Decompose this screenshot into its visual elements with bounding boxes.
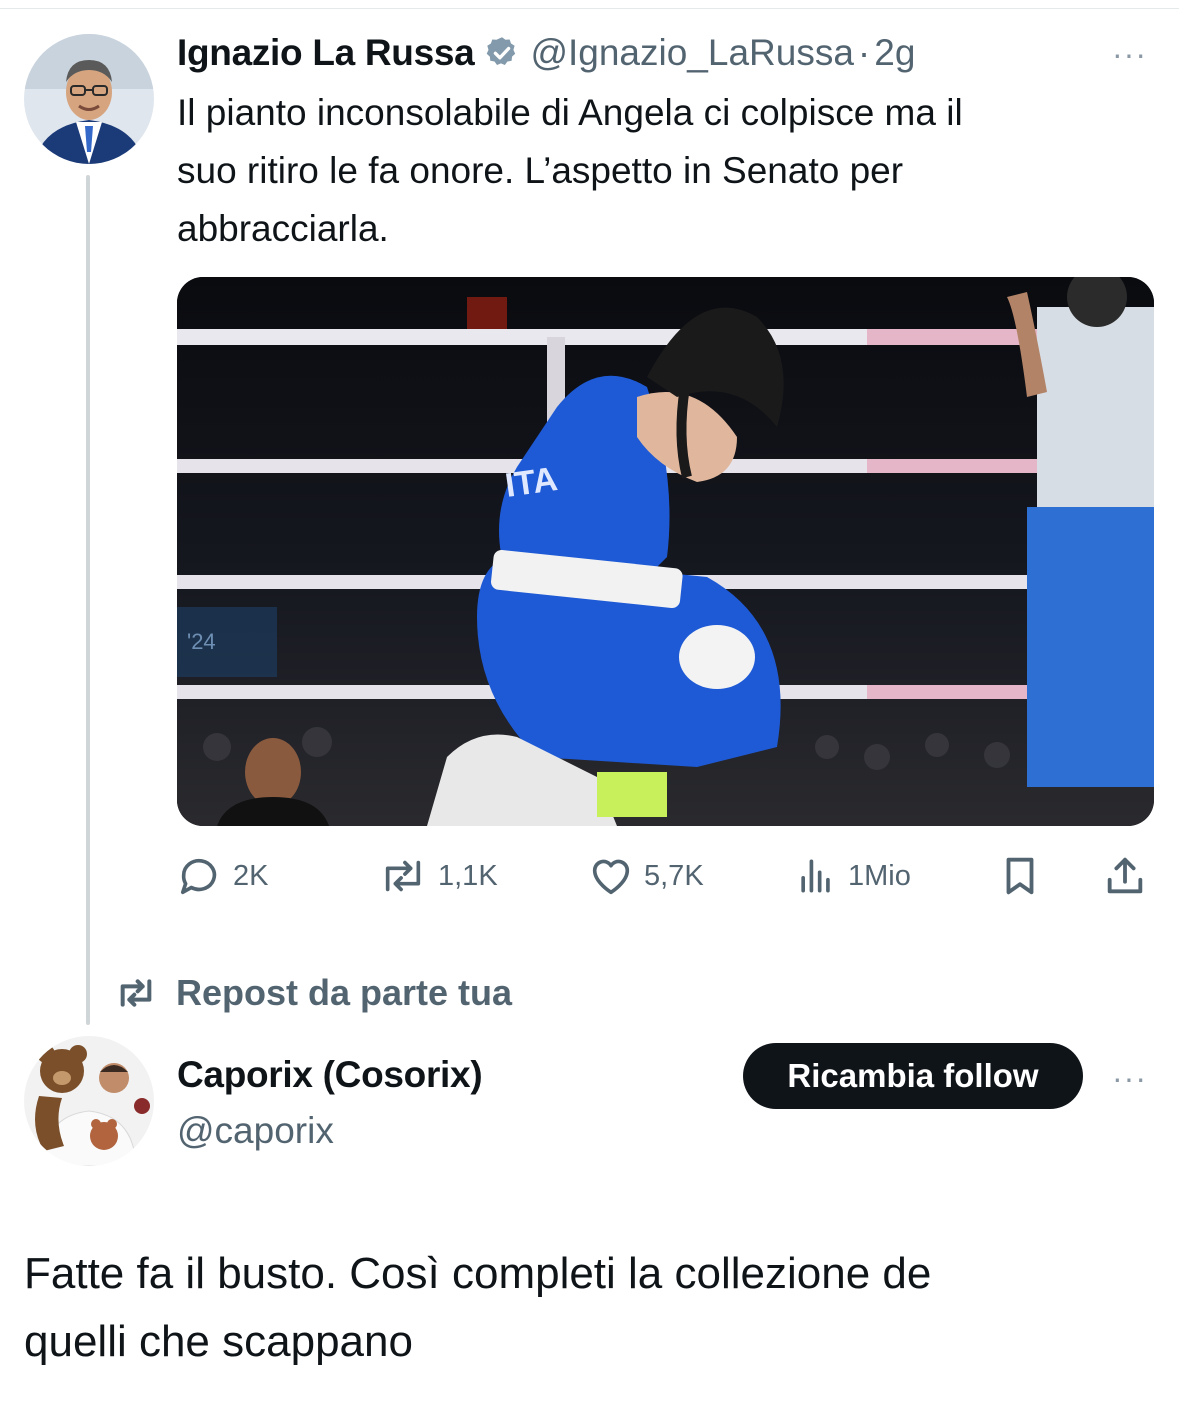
author-name[interactable]: Ignazio La Russa xyxy=(177,32,475,74)
bookmark-button[interactable] xyxy=(997,853,1043,899)
tweet-text-line: Il pianto inconsolabile di Angela ci col… xyxy=(177,92,963,133)
tweet-time[interactable]: 2g xyxy=(874,32,915,74)
repost-icon xyxy=(385,860,421,892)
more-options-icon[interactable]: ··· xyxy=(1112,38,1147,70)
repost-indicator: Repost da parte tua xyxy=(112,970,512,1016)
user-handle[interactable]: @caporix xyxy=(177,1110,334,1152)
verified-badge-icon xyxy=(484,35,520,71)
repost-indicator-icon xyxy=(120,979,152,1007)
repost-button[interactable]: 1,1K xyxy=(378,853,498,899)
repost-label: Repost da parte tua xyxy=(176,972,513,1013)
tweet-photo[interactable]: '24 ITA xyxy=(177,277,1154,826)
views-icon xyxy=(801,859,830,893)
views-button[interactable]: 1Mio xyxy=(794,853,911,899)
share-button[interactable] xyxy=(1102,853,1148,899)
views-count: 1Mio xyxy=(848,859,911,892)
reply-text-line: quelli che scappano xyxy=(24,1317,413,1366)
reply-text: Fatte fa il busto. Così completi la coll… xyxy=(24,1240,1164,1376)
heart-icon xyxy=(592,859,630,895)
author-handle[interactable]: @Ignazio_LaRussa xyxy=(530,32,853,74)
user-avatar[interactable] xyxy=(24,1036,154,1166)
like-button[interactable]: 5,7K xyxy=(588,853,704,899)
jersey-label: ITA xyxy=(503,460,560,505)
tweet-text-line: suo ritiro le fa onore. L’aspetto in Sen… xyxy=(177,150,904,191)
reply-text-line: Fatte fa il busto. Così completi la coll… xyxy=(24,1249,932,1298)
tweet-header: Ignazio La Russa @Ignazio_LaRussa · 2g xyxy=(177,30,915,76)
user-more-options-icon[interactable]: ··· xyxy=(1112,1062,1147,1094)
like-count: 5,7K xyxy=(644,859,704,892)
thread-line xyxy=(86,175,90,1025)
repost-count: 1,1K xyxy=(438,859,498,892)
follow-back-button[interactable]: Ricambia follow xyxy=(743,1043,1083,1109)
share-icon xyxy=(1107,857,1143,894)
author-avatar[interactable] xyxy=(24,34,154,164)
user-name[interactable]: Caporix (Cosorix) xyxy=(177,1054,483,1096)
photo-number: '24 xyxy=(187,629,216,654)
reply-icon xyxy=(180,858,217,895)
reply-button[interactable]: 2K xyxy=(177,853,268,899)
top-divider xyxy=(0,8,1179,9)
tweet-text-line: abbracciarla. xyxy=(177,208,389,249)
tweet-text: Il pianto inconsolabile di Angela ci col… xyxy=(177,84,1167,258)
bookmark-icon xyxy=(1006,857,1034,895)
reply-count: 2K xyxy=(233,859,269,892)
separator-dot: · xyxy=(857,32,871,73)
